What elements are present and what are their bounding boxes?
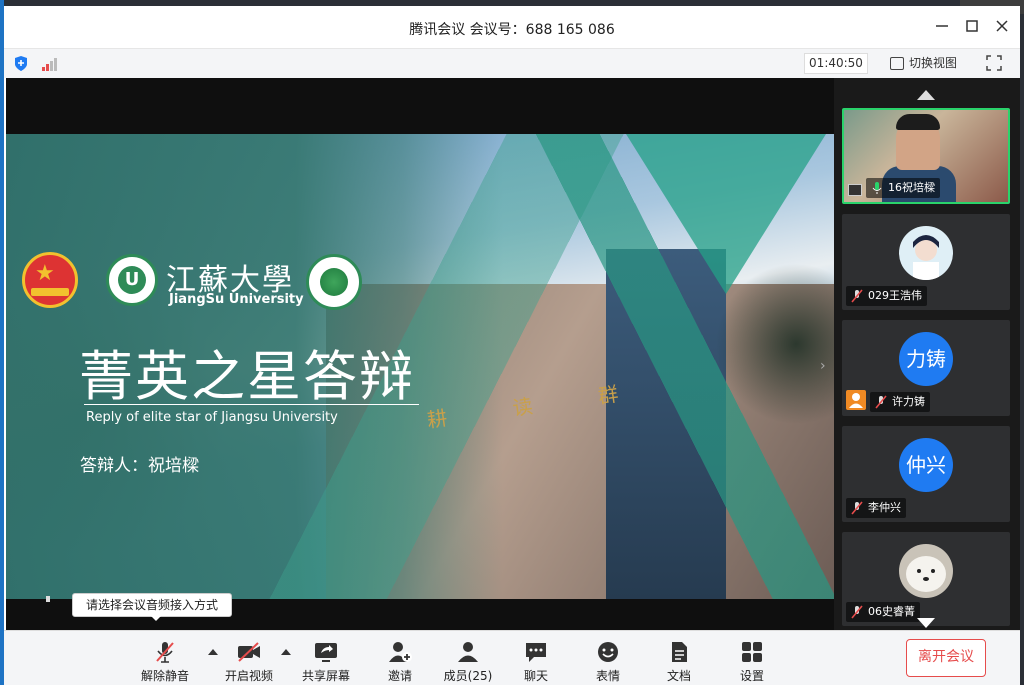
close-icon[interactable]: [992, 18, 1012, 38]
jiangsu-university-logo: U: [106, 254, 158, 306]
screen-share-icon: [848, 184, 862, 196]
settings-button[interactable]: 设置: [720, 635, 784, 683]
participant-name: 16祝培樑: [888, 181, 935, 194]
reactions-button[interactable]: 表情: [576, 635, 640, 683]
slide-title: 菁英之星答辩: [79, 345, 415, 408]
switch-view-button[interactable]: 切换视图: [886, 53, 968, 74]
signal-bars-icon[interactable]: [42, 57, 58, 71]
participant-avatar: [899, 226, 953, 280]
participant-sidebar: 16祝培樑 029王浩伟 力铸 许力铸 仲兴 李仲兴 06史睿菁: [834, 78, 1020, 630]
host-icon: [846, 390, 866, 410]
meeting-info-bar: 01:40:50 切换视图: [4, 49, 1020, 78]
participant-name-label: 许力铸: [870, 392, 930, 412]
documents-button[interactable]: 文档: [647, 635, 711, 683]
participant-name-label: 029王浩伟: [846, 286, 927, 306]
members-icon: [458, 642, 478, 662]
participant-avatar: [899, 544, 953, 598]
chat-icon: [526, 643, 546, 662]
switch-view-icon: [890, 57, 904, 70]
mic-muted-icon: [851, 289, 863, 303]
college-logo: [306, 254, 362, 310]
unmute-label: 解除静音: [140, 669, 189, 683]
slide-teal-triangle: [626, 134, 826, 294]
settings-grid-icon: [742, 642, 762, 662]
slide-subtitle: Reply of elite star of Jiangsu Universit…: [86, 410, 338, 425]
meeting-window: 腾讯会议 会议号：688 165 086 01:40:50 切换视图 耕 读 群…: [4, 6, 1020, 685]
meeting-toolbar: 解除静音 开启视频 共享屏幕 邀请 成员(25) 聊天 表情 文档 设置 离开会…: [4, 630, 1020, 685]
participant-name: 029王浩伟: [868, 289, 922, 302]
start-video-button[interactable]: 开启视频: [217, 635, 281, 683]
participant-name-label: 06史睿菁: [846, 602, 920, 622]
youth-league-logo: ★: [22, 252, 78, 308]
participant-tile[interactable]: 16祝培樑: [842, 108, 1010, 204]
video-options-chevron-icon[interactable]: [281, 649, 291, 655]
mic-muted-icon: [875, 395, 887, 409]
participant-avatar: 仲兴: [899, 438, 953, 492]
share-screen-label: 共享屏幕: [301, 669, 350, 683]
chat-label: 聊天: [523, 669, 548, 683]
documents-label: 文档: [666, 669, 691, 683]
leave-meeting-button[interactable]: 离开会议: [906, 639, 986, 677]
participant-tile[interactable]: 力铸 许力铸: [842, 320, 1010, 416]
invite-button[interactable]: 邀请: [368, 635, 432, 683]
title-bar: 腾讯会议 会议号：688 165 086: [4, 6, 1020, 49]
maximize-icon[interactable]: [962, 18, 982, 38]
document-icon: [672, 642, 687, 662]
mic-muted-icon: [851, 605, 863, 619]
invite-label: 邀请: [387, 669, 412, 683]
participant-name: 许力铸: [892, 395, 925, 408]
add-user-icon: [389, 642, 412, 662]
start-video-label: 开启视频: [224, 669, 273, 683]
scroll-up-icon[interactable]: [917, 90, 935, 100]
shared-screen-stage[interactable]: 耕 读 群 ★ U 江蘇大學 JiangSu University 菁英之星答辩…: [6, 78, 834, 630]
meeting-timer: 01:40:50: [804, 53, 868, 74]
participant-tile[interactable]: 仲兴 李仲兴: [842, 426, 1010, 522]
mic-muted-icon: [156, 642, 174, 663]
members-label: 成员(25): [443, 669, 493, 683]
participant-name-label: 16祝培樑: [866, 178, 940, 198]
fullscreen-icon[interactable]: [986, 55, 1002, 71]
share-screen-icon: [315, 643, 337, 662]
mic-muted-icon: [851, 501, 863, 515]
scroll-down-icon[interactable]: [917, 618, 935, 628]
title-divider: [84, 404, 419, 405]
camera-off-icon: [238, 642, 260, 662]
shield-icon[interactable]: [13, 55, 29, 72]
members-button[interactable]: 成员(25): [436, 635, 500, 683]
smiley-icon: [598, 642, 618, 662]
participant-name: 06史睿菁: [868, 605, 915, 618]
university-name-en: JiangSu University: [169, 292, 304, 307]
window-title: 腾讯会议 会议号：688 165 086: [409, 22, 615, 38]
reactions-label: 表情: [595, 669, 620, 683]
audio-join-tooltip: 请选择会议音频接入方式: [72, 593, 232, 621]
video-person-hair: [896, 114, 940, 130]
chevron-right-icon[interactable]: ›: [820, 358, 826, 374]
tooltip-text: 请选择会议音频接入方式: [85, 598, 218, 612]
presentation-slide: 耕 读 群 ★ U 江蘇大學 JiangSu University 菁英之星答辩…: [6, 134, 834, 599]
switch-view-label: 切换视图: [909, 56, 958, 70]
participant-avatar: 力铸: [899, 332, 953, 386]
chat-button[interactable]: 聊天: [504, 635, 568, 683]
mouse-cursor-icon: [46, 596, 50, 602]
minimize-icon[interactable]: [932, 18, 952, 38]
presenter-name: 答辩人：祝培樑: [80, 456, 199, 476]
settings-label: 设置: [739, 669, 764, 683]
share-screen-button[interactable]: 共享屏幕: [294, 635, 358, 683]
participant-name: 李仲兴: [868, 501, 901, 514]
participant-tile[interactable]: 06史睿菁: [842, 532, 1010, 626]
unmute-button[interactable]: 解除静音: [133, 635, 197, 683]
participant-name-label: 李仲兴: [846, 498, 906, 518]
participant-tile[interactable]: 029王浩伟: [842, 214, 1010, 310]
mic-on-icon: [872, 182, 882, 194]
